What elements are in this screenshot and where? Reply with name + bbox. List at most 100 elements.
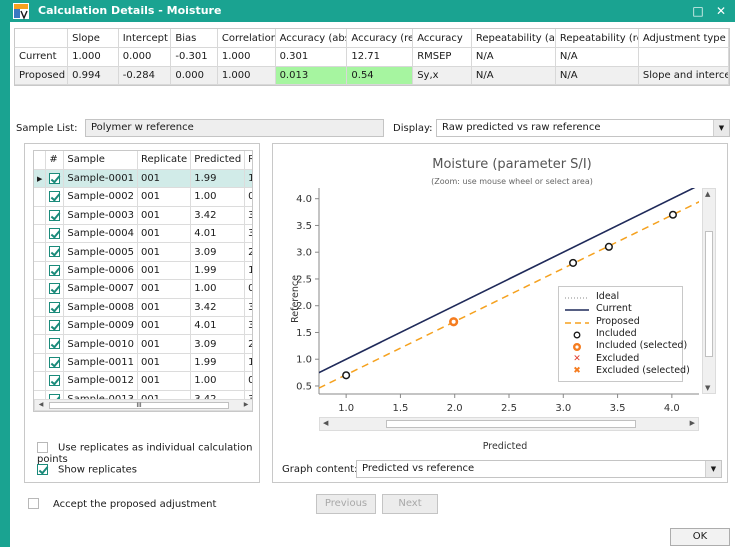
scroll-thumb[interactable]: III <box>49 402 229 409</box>
data-point[interactable] <box>668 210 677 219</box>
legend-item: ✖ Excluded (selected) <box>559 365 690 377</box>
summary-cell: 0.000 <box>170 66 218 85</box>
include-cell[interactable] <box>45 334 65 354</box>
sample-header-cell[interactable]: Replicate <box>137 151 192 170</box>
scroll-right-icon[interactable]: ▶ <box>240 400 252 410</box>
include-cell[interactable] <box>45 206 65 226</box>
display-combo[interactable]: Raw predicted vs raw reference ▼ <box>436 119 730 137</box>
sample-row[interactable]: Sample-00090014.013.70 <box>34 316 252 336</box>
include-checkbox[interactable] <box>49 228 61 239</box>
row-header[interactable] <box>34 242 47 262</box>
include-checkbox[interactable] <box>49 264 61 276</box>
row-header[interactable] <box>34 224 47 244</box>
ok-button[interactable]: OK <box>670 528 730 546</box>
sample-row[interactable]: Sample-00080013.423.10 <box>34 298 252 318</box>
include-checkbox[interactable] <box>49 246 61 258</box>
include-cell[interactable] <box>45 169 65 189</box>
include-cell[interactable] <box>45 261 65 281</box>
include-checkbox[interactable] <box>49 301 61 313</box>
sample-grid[interactable]: #SampleReplicatePredictedRefere ▶Sample-… <box>33 150 253 412</box>
row-header[interactable] <box>34 371 47 391</box>
scroll-right-icon[interactable]: ▶ <box>690 419 695 427</box>
scroll-left-icon[interactable]: ◀ <box>323 419 328 427</box>
data-point[interactable] <box>342 371 351 380</box>
row-header[interactable] <box>34 316 47 336</box>
summary-row[interactable]: Current 1.000 0.000 -0.301 1.000 0.301 12.71 RM… <box>15 48 730 67</box>
include-checkbox[interactable] <box>49 172 61 184</box>
row-header[interactable] <box>34 298 47 318</box>
graph-content-value: Predicted vs reference <box>362 463 475 474</box>
next-button[interactable]: Next <box>382 494 438 514</box>
graph-content-combo[interactable]: Predicted vs reference ▼ <box>356 460 722 478</box>
include-cell[interactable] <box>45 371 65 391</box>
summary-row[interactable]: Proposed 0.994 -0.284 0.000 1.000 0.013 0.54 Sy… <box>15 66 730 85</box>
sample-header-cell[interactable]: # <box>45 151 65 170</box>
sample-header-cell[interactable]: Sample <box>63 151 138 170</box>
row-header[interactable] <box>34 187 47 207</box>
sample-header-cell[interactable]: Refere <box>244 151 252 170</box>
accept-checkbox[interactable] <box>28 498 39 509</box>
include-cell[interactable] <box>45 224 65 244</box>
include-cell[interactable] <box>45 279 65 299</box>
x-tick-label: 4.0 <box>664 403 680 414</box>
include-checkbox[interactable] <box>49 338 61 350</box>
previous-button[interactable]: Previous <box>316 494 376 514</box>
close-icon[interactable]: ✕ <box>713 3 729 19</box>
chart-legend: Ideal Current Proposed Included Included (se… <box>558 286 690 382</box>
hscroll-thumb[interactable] <box>386 420 636 428</box>
sample-header-cell[interactable]: Predicted <box>190 151 246 170</box>
sample-row[interactable]: Sample-00020011.000.70 <box>34 187 252 207</box>
include-cell[interactable] <box>45 187 65 207</box>
include-cell[interactable] <box>45 353 65 373</box>
data-point[interactable] <box>604 242 613 251</box>
include-checkbox[interactable] <box>49 319 61 331</box>
chevron-down-icon[interactable]: ▼ <box>713 120 729 136</box>
show-replicates-option[interactable]: Show replicates <box>37 464 137 476</box>
legend-cross-icon: ✖ <box>573 365 581 376</box>
sample-row[interactable]: Sample-00070011.000.70 <box>34 279 252 299</box>
use-replicates-option[interactable]: Use replicates as individual calculation… <box>37 442 259 465</box>
row-header[interactable] <box>34 261 47 281</box>
sample-row[interactable]: Sample-00100013.092.80 <box>34 334 252 354</box>
row-header[interactable] <box>34 279 47 299</box>
scroll-up-icon[interactable]: ▲ <box>705 190 710 198</box>
scroll-left-icon[interactable]: ◀ <box>35 400 47 410</box>
include-cell[interactable] <box>45 298 65 318</box>
include-checkbox[interactable] <box>49 283 61 295</box>
chart-hscrollbar[interactable]: ◀ ▶ <box>319 417 699 431</box>
sample-row[interactable]: Sample-00060011.991.70 <box>34 261 252 281</box>
use-replicates-checkbox[interactable] <box>37 442 48 453</box>
sample-cell: 3.09 <box>190 334 246 354</box>
current-row-icon[interactable]: ▶ <box>34 169 47 189</box>
include-cell[interactable] <box>45 242 65 262</box>
row-header[interactable] <box>34 206 47 226</box>
chevron-down-icon[interactable]: ▼ <box>705 461 721 477</box>
summary-header-cell: Accuracy (abs) <box>275 29 348 48</box>
data-point[interactable] <box>569 258 578 267</box>
include-cell[interactable] <box>45 316 65 336</box>
data-point[interactable] <box>449 317 459 327</box>
sample-row[interactable]: Sample-00040014.013.70 <box>34 224 252 244</box>
sample-row[interactable]: Sample-00110011.991.70 <box>34 353 252 373</box>
vscroll-thumb[interactable] <box>705 231 713 357</box>
include-checkbox[interactable] <box>49 209 61 221</box>
row-header[interactable] <box>34 353 47 373</box>
accept-option[interactable]: Accept the proposed adjustment <box>28 498 216 510</box>
scroll-down-icon[interactable]: ▼ <box>705 384 710 392</box>
sample-row[interactable]: Sample-00050013.092.80 <box>34 242 252 262</box>
sample-row[interactable]: Sample-00030013.423.10 <box>34 206 252 226</box>
summary-cell: -0.284 <box>118 66 172 85</box>
sample-cell: 001 <box>137 261 192 281</box>
include-checkbox[interactable] <box>49 191 61 203</box>
display-label: Display: <box>393 123 433 134</box>
chart-vscrollbar[interactable]: ▲ ▼ <box>702 188 716 394</box>
sample-row[interactable]: ▶ Sample-00010011.991.70 <box>34 169 252 189</box>
show-replicates-checkbox[interactable] <box>37 464 48 475</box>
window-title: Calculation Details - Moisture <box>38 4 222 17</box>
include-checkbox[interactable] <box>49 375 61 387</box>
sample-row[interactable]: Sample-00120011.000.70 <box>34 371 252 391</box>
maximize-icon[interactable]: □ <box>690 3 706 19</box>
sample-grid-hscrollbar[interactable]: ◀ III ▶ <box>34 399 252 411</box>
row-header[interactable] <box>34 334 47 354</box>
include-checkbox[interactable] <box>49 356 61 368</box>
